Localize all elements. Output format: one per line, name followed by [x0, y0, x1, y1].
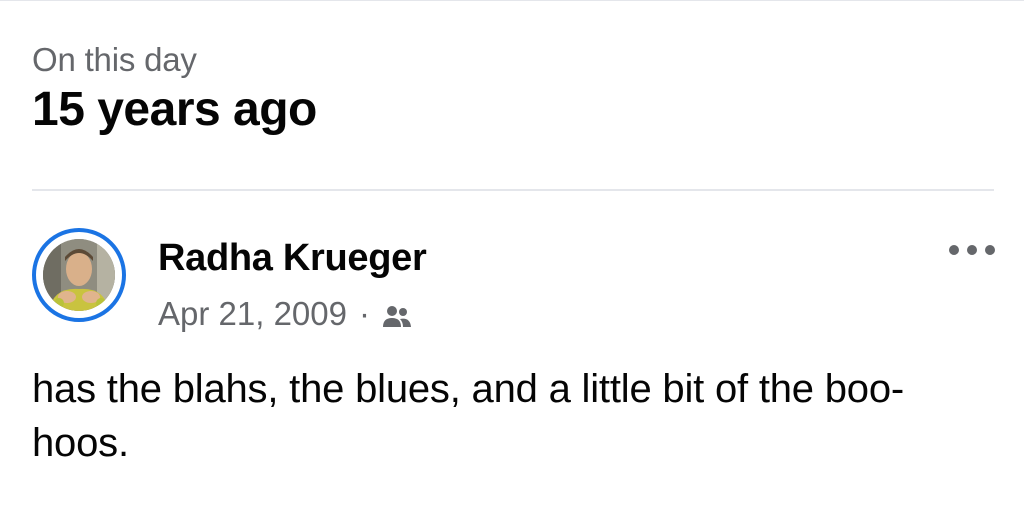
avatar[interactable]	[32, 228, 126, 322]
post-date[interactable]: Apr 21, 2009	[158, 294, 347, 334]
friends-icon[interactable]	[380, 300, 414, 328]
more-options-icon	[949, 245, 995, 255]
meta-separator: ·	[358, 295, 370, 332]
avatar-image	[43, 239, 115, 311]
memory-title: 15 years ago	[32, 83, 317, 136]
post-header: Radha Krueger Apr 21, 2009 ·	[32, 228, 1000, 338]
more-options-button[interactable]	[944, 232, 1000, 268]
section-divider	[32, 189, 994, 191]
author-name[interactable]: Radha Krueger	[158, 236, 427, 280]
memory-kicker: On this day	[32, 41, 197, 78]
post-meta: Apr 21, 2009 ·	[158, 294, 414, 334]
avatar-photo	[43, 239, 115, 311]
memory-header: On this day 15 years ago	[32, 40, 317, 138]
post-text: has the blahs, the blues, and a little b…	[32, 367, 905, 465]
top-divider	[0, 0, 1024, 1]
